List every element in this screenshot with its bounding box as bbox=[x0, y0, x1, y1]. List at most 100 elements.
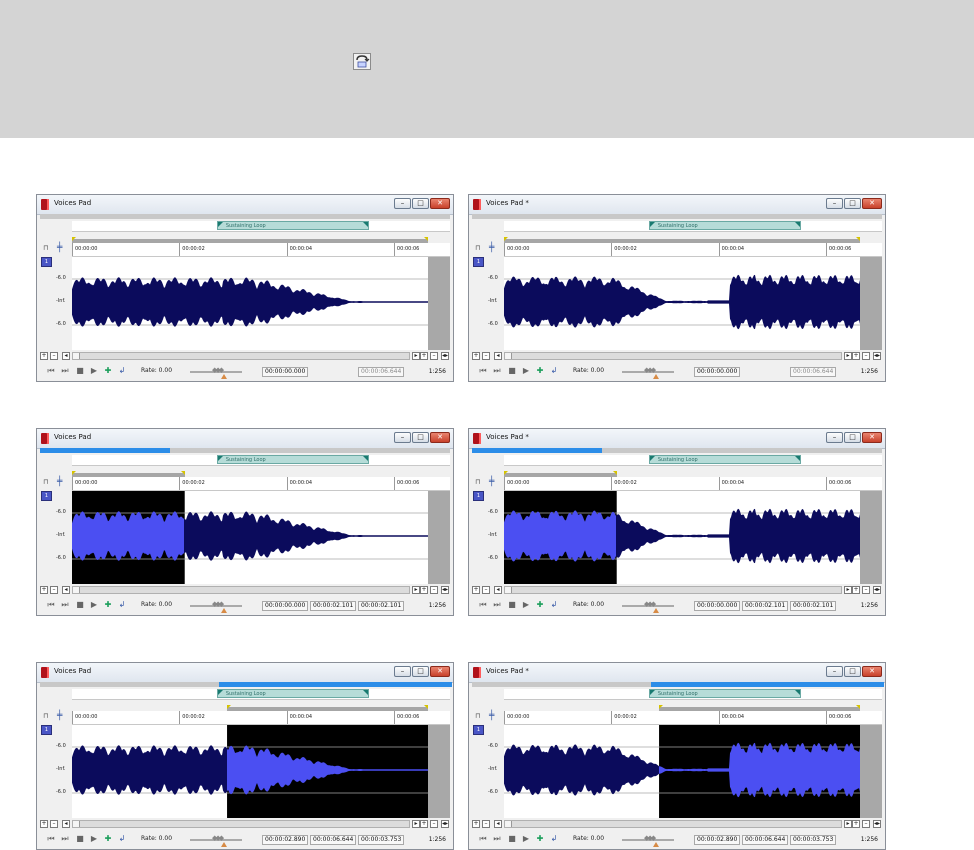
loop-start-marker[interactable] bbox=[217, 456, 223, 461]
overview-bar[interactable] bbox=[472, 682, 884, 687]
regions-bar[interactable]: Sustaining Loop bbox=[504, 689, 882, 700]
scrollbar-thumb[interactable] bbox=[505, 587, 512, 593]
go-to-end-icon[interactable]: ⏭ bbox=[60, 600, 70, 610]
zoom-in-button[interactable]: + bbox=[420, 586, 428, 594]
time-ruler[interactable]: 00:00:00 00:00:02 00:00:04 00:00:06 bbox=[504, 477, 882, 491]
close-button[interactable]: ✕ bbox=[430, 198, 450, 209]
overview-bar[interactable] bbox=[472, 214, 882, 219]
lock-icon[interactable]: ⊓ bbox=[475, 244, 480, 252]
zoom-fit-button[interactable]: ◂▸ bbox=[441, 586, 449, 594]
go-to-end-icon[interactable]: ⏭ bbox=[492, 834, 502, 844]
stop-icon[interactable]: ■ bbox=[507, 834, 517, 844]
zoom-out-button[interactable]: – bbox=[862, 586, 870, 594]
rate-slider-handle[interactable]: ◆◆◆ bbox=[644, 600, 658, 608]
rate-slider-handle[interactable]: ◆◆◆ bbox=[212, 834, 226, 842]
minimize-button[interactable]: – bbox=[826, 666, 843, 677]
zoom-in-vertical-button[interactable]: + bbox=[40, 820, 48, 828]
time-ruler[interactable]: 00:00:00 00:00:02 00:00:04 00:00:06 bbox=[72, 477, 450, 491]
stop-icon[interactable]: ■ bbox=[507, 366, 517, 376]
scroll-right-button[interactable]: ▸ bbox=[844, 586, 852, 594]
play-icon[interactable]: ▶ bbox=[89, 600, 99, 610]
snap-icon[interactable]: ╪ bbox=[57, 477, 62, 487]
zoom-fit-button[interactable]: ◂▸ bbox=[441, 352, 449, 360]
loop-start-marker[interactable] bbox=[649, 456, 655, 461]
loop-start-marker[interactable] bbox=[649, 690, 655, 695]
play-looped-icon[interactable]: ✚ bbox=[103, 366, 113, 376]
zoom-fit-button[interactable]: ◂▸ bbox=[873, 820, 881, 828]
minimize-button[interactable]: – bbox=[826, 432, 843, 443]
scroll-left-button[interactable]: ◂ bbox=[62, 352, 70, 360]
overview-bar[interactable] bbox=[40, 682, 452, 687]
minimize-button[interactable]: – bbox=[394, 198, 411, 209]
play-as-sample-icon[interactable]: ↲ bbox=[117, 366, 127, 376]
selection-length-field[interactable]: 00:00:03.753 bbox=[358, 835, 404, 845]
selection-length-field[interactable]: 00:00:02.101 bbox=[358, 601, 404, 611]
play-looped-icon[interactable]: ✚ bbox=[535, 834, 545, 844]
selection-start-marker[interactable] bbox=[504, 471, 508, 475]
maximize-button[interactable]: □ bbox=[844, 666, 861, 677]
zoom-out-vertical-button[interactable]: – bbox=[50, 352, 58, 360]
regions-bar[interactable]: Sustaining Loop bbox=[504, 221, 882, 232]
sustaining-loop-region[interactable]: Sustaining Loop bbox=[216, 689, 370, 698]
loop-end-marker[interactable] bbox=[363, 456, 369, 461]
stop-icon[interactable]: ■ bbox=[75, 600, 85, 610]
selection-end-field[interactable]: 00:00:06.644 bbox=[310, 835, 356, 845]
regions-bar[interactable]: Sustaining Loop bbox=[504, 455, 882, 466]
selection-length-field[interactable]: 00:00:03.753 bbox=[790, 835, 836, 845]
channel-button[interactable]: 1 bbox=[473, 491, 484, 501]
time-ruler[interactable]: 00:00:00 00:00:02 00:00:04 00:00:06 bbox=[72, 711, 450, 725]
loop-end-marker[interactable] bbox=[363, 690, 369, 695]
scroll-left-button[interactable]: ◂ bbox=[494, 352, 502, 360]
scrollbar-track[interactable] bbox=[504, 586, 842, 594]
snap-icon[interactable]: ╪ bbox=[489, 711, 494, 721]
go-to-start-icon[interactable]: ⏮ bbox=[46, 600, 56, 610]
sound-window[interactable]: Voices Pad * – □ ✕ Sustaining Loop ⊓ ╪ 00:00:00… bbox=[468, 428, 886, 616]
go-to-start-icon[interactable]: ⏮ bbox=[478, 366, 488, 376]
loop-end-marker[interactable] bbox=[795, 222, 801, 227]
selection-end-field[interactable]: 00:00:02.101 bbox=[310, 601, 356, 611]
lock-icon[interactable]: ⊓ bbox=[43, 712, 48, 720]
zoom-fit-button[interactable]: ◂▸ bbox=[873, 352, 881, 360]
scrollbar-track[interactable] bbox=[72, 820, 410, 828]
sustaining-loop-region[interactable]: Sustaining Loop bbox=[648, 455, 802, 464]
maximize-button[interactable]: □ bbox=[412, 198, 429, 209]
rate-slider-handle[interactable]: ◆◆◆ bbox=[644, 366, 658, 374]
scrollbar-thumb[interactable] bbox=[505, 353, 512, 359]
zoom-out-button[interactable]: – bbox=[862, 820, 870, 828]
sound-window[interactable]: Voices Pad * – □ ✕ Sustaining Loop ⊓ ╪ 00:00:00… bbox=[468, 662, 886, 850]
play-icon[interactable]: ▶ bbox=[521, 366, 531, 376]
play-icon[interactable]: ▶ bbox=[521, 834, 531, 844]
regions-bar[interactable]: Sustaining Loop bbox=[72, 689, 450, 700]
channel-button[interactable]: 1 bbox=[41, 257, 52, 267]
scroll-left-button[interactable]: ◂ bbox=[62, 586, 70, 594]
waveform-view[interactable] bbox=[504, 257, 882, 350]
maximize-button[interactable]: □ bbox=[844, 432, 861, 443]
zoom-in-vertical-button[interactable]: + bbox=[472, 352, 480, 360]
scrollbar-track[interactable] bbox=[72, 352, 410, 360]
play-as-sample-icon[interactable]: ↲ bbox=[117, 834, 127, 844]
selection-end-marker[interactable] bbox=[856, 237, 861, 241]
stop-icon[interactable]: ■ bbox=[75, 834, 85, 844]
scrollbar-thumb[interactable] bbox=[73, 353, 80, 359]
play-looped-icon[interactable]: ✚ bbox=[535, 366, 545, 376]
play-looped-icon[interactable]: ✚ bbox=[103, 600, 113, 610]
channel-button[interactable]: 1 bbox=[41, 725, 52, 735]
loop-end-marker[interactable] bbox=[795, 456, 801, 461]
snap-icon[interactable]: ╪ bbox=[489, 477, 494, 487]
rate-slider-handle[interactable]: ◆◆◆ bbox=[212, 366, 226, 374]
close-button[interactable]: ✕ bbox=[430, 666, 450, 677]
scrollbar-thumb[interactable] bbox=[73, 587, 80, 593]
selection-start-field[interactable]: 00:00:00.000 bbox=[262, 367, 308, 377]
title-bar[interactable]: Voices Pad * – □ ✕ bbox=[469, 195, 885, 215]
go-to-start-icon[interactable]: ⏮ bbox=[478, 834, 488, 844]
go-to-end-icon[interactable]: ⏭ bbox=[492, 366, 502, 376]
go-to-start-icon[interactable]: ⏮ bbox=[46, 834, 56, 844]
channel-button[interactable]: 1 bbox=[473, 725, 484, 735]
zoom-in-vertical-button[interactable]: + bbox=[472, 586, 480, 594]
scroll-right-button[interactable]: ▸ bbox=[412, 586, 420, 594]
zoom-out-vertical-button[interactable]: – bbox=[50, 820, 58, 828]
regions-bar[interactable]: Sustaining Loop bbox=[72, 455, 450, 466]
sound-window[interactable]: Voices Pad – □ ✕ Sustaining Loop ⊓ ╪ 00:00:00 00… bbox=[36, 428, 454, 616]
zoom-fit-button[interactable]: ◂▸ bbox=[873, 586, 881, 594]
time-ruler[interactable]: 00:00:00 00:00:02 00:00:04 00:00:06 bbox=[504, 711, 882, 725]
